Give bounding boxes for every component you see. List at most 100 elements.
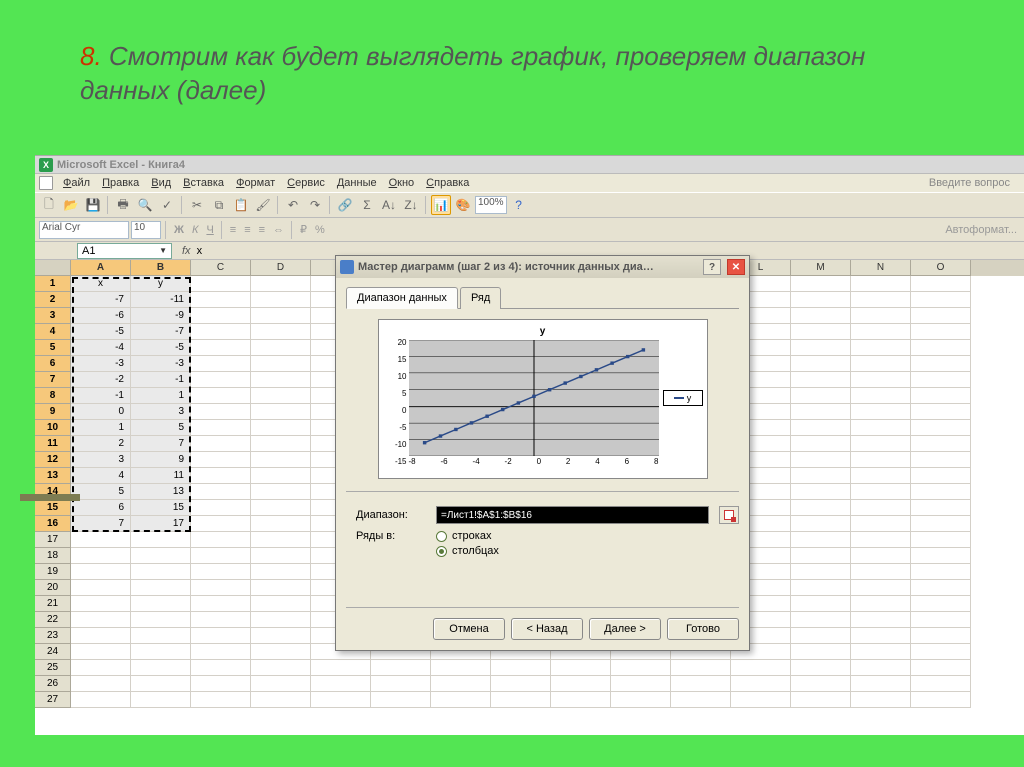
cell[interactable] (251, 516, 311, 532)
cell[interactable] (911, 468, 971, 484)
cell[interactable] (911, 548, 971, 564)
cell[interactable]: 1 (131, 388, 191, 404)
cell[interactable] (851, 516, 911, 532)
cell[interactable] (851, 676, 911, 692)
cell[interactable] (251, 612, 311, 628)
cell[interactable]: y (131, 276, 191, 292)
cell[interactable] (191, 564, 251, 580)
cell[interactable]: -3 (131, 356, 191, 372)
autosum-icon[interactable]: Σ (357, 195, 377, 215)
cell[interactable] (71, 692, 131, 708)
cell[interactable] (191, 548, 251, 564)
cell[interactable] (611, 692, 671, 708)
radio-rows[interactable]: строках (436, 530, 499, 542)
cell[interactable]: 3 (71, 452, 131, 468)
row-header[interactable]: 4 (35, 324, 71, 340)
cell[interactable] (791, 388, 851, 404)
cell[interactable] (491, 676, 551, 692)
cell[interactable] (791, 580, 851, 596)
cell[interactable] (851, 644, 911, 660)
cell[interactable] (791, 692, 851, 708)
row-header[interactable]: 11 (35, 436, 71, 452)
cell[interactable] (791, 516, 851, 532)
cell[interactable] (911, 612, 971, 628)
column-header-M[interactable]: M (791, 260, 851, 276)
cell[interactable] (251, 500, 311, 516)
cell[interactable] (371, 660, 431, 676)
cell[interactable] (191, 484, 251, 500)
row-header[interactable]: 5 (35, 340, 71, 356)
hyperlink-icon[interactable]: 🔗 (335, 195, 355, 215)
cell[interactable]: 4 (71, 468, 131, 484)
cell[interactable] (851, 532, 911, 548)
cell[interactable] (911, 276, 971, 292)
radio-columns[interactable]: столбцах (436, 545, 499, 557)
cell[interactable] (851, 308, 911, 324)
align-center-icon[interactable]: ≡ (241, 224, 253, 236)
cell[interactable] (911, 500, 971, 516)
cell[interactable] (911, 308, 971, 324)
cell[interactable] (251, 324, 311, 340)
font-size-combo[interactable]: 10 (131, 221, 161, 239)
cell[interactable] (911, 516, 971, 532)
cell[interactable] (71, 564, 131, 580)
cell[interactable] (731, 692, 791, 708)
cell[interactable] (191, 452, 251, 468)
cell[interactable]: -1 (71, 388, 131, 404)
cell[interactable] (251, 388, 311, 404)
cell[interactable] (851, 276, 911, 292)
cell[interactable] (71, 676, 131, 692)
cell[interactable] (791, 404, 851, 420)
cell[interactable] (131, 628, 191, 644)
cell[interactable] (191, 276, 251, 292)
cell[interactable]: 2 (71, 436, 131, 452)
cell[interactable]: -6 (71, 308, 131, 324)
cell[interactable] (251, 644, 311, 660)
cell[interactable] (131, 692, 191, 708)
cell[interactable] (311, 692, 371, 708)
cell[interactable] (551, 676, 611, 692)
cell[interactable] (251, 340, 311, 356)
cell[interactable]: -9 (131, 308, 191, 324)
row-header[interactable]: 15 (35, 500, 71, 516)
currency-icon[interactable]: ₽ (297, 223, 310, 236)
row-header[interactable]: 1 (35, 276, 71, 292)
cell[interactable] (791, 644, 851, 660)
cell[interactable] (791, 436, 851, 452)
cell[interactable] (191, 500, 251, 516)
merge-icon[interactable]: ⇔ (270, 224, 287, 236)
menu-вид[interactable]: Вид (145, 175, 177, 191)
align-left-icon[interactable]: ≡ (227, 224, 239, 236)
cell[interactable]: 1 (71, 420, 131, 436)
menu-окно[interactable]: Окно (383, 175, 421, 191)
cell[interactable] (611, 676, 671, 692)
cell[interactable] (191, 436, 251, 452)
cell[interactable]: -3 (71, 356, 131, 372)
cell[interactable] (851, 452, 911, 468)
cell[interactable] (131, 676, 191, 692)
cell[interactable] (131, 644, 191, 660)
cell[interactable] (251, 308, 311, 324)
dialog-close-button[interactable]: ✕ (727, 259, 745, 275)
cell[interactable] (251, 548, 311, 564)
cell[interactable] (191, 340, 251, 356)
cell[interactable] (191, 404, 251, 420)
cell[interactable] (191, 420, 251, 436)
cell[interactable] (911, 388, 971, 404)
cell[interactable] (251, 628, 311, 644)
cell[interactable]: 15 (131, 500, 191, 516)
cell[interactable] (791, 276, 851, 292)
menu-формат[interactable]: Формат (230, 175, 281, 191)
help-search-input[interactable]: Введите вопрос (929, 177, 1020, 189)
cell[interactable] (191, 516, 251, 532)
cell[interactable]: -1 (131, 372, 191, 388)
italic-icon[interactable]: К (189, 224, 201, 236)
cell[interactable]: -5 (131, 340, 191, 356)
cell[interactable] (251, 420, 311, 436)
cell[interactable]: 7 (131, 436, 191, 452)
cell[interactable]: 3 (131, 404, 191, 420)
format-painter-icon[interactable]: 🖌 (253, 195, 273, 215)
cell[interactable] (791, 676, 851, 692)
bold-icon[interactable]: Ж (171, 224, 187, 236)
menu-правка[interactable]: Правка (96, 175, 145, 191)
